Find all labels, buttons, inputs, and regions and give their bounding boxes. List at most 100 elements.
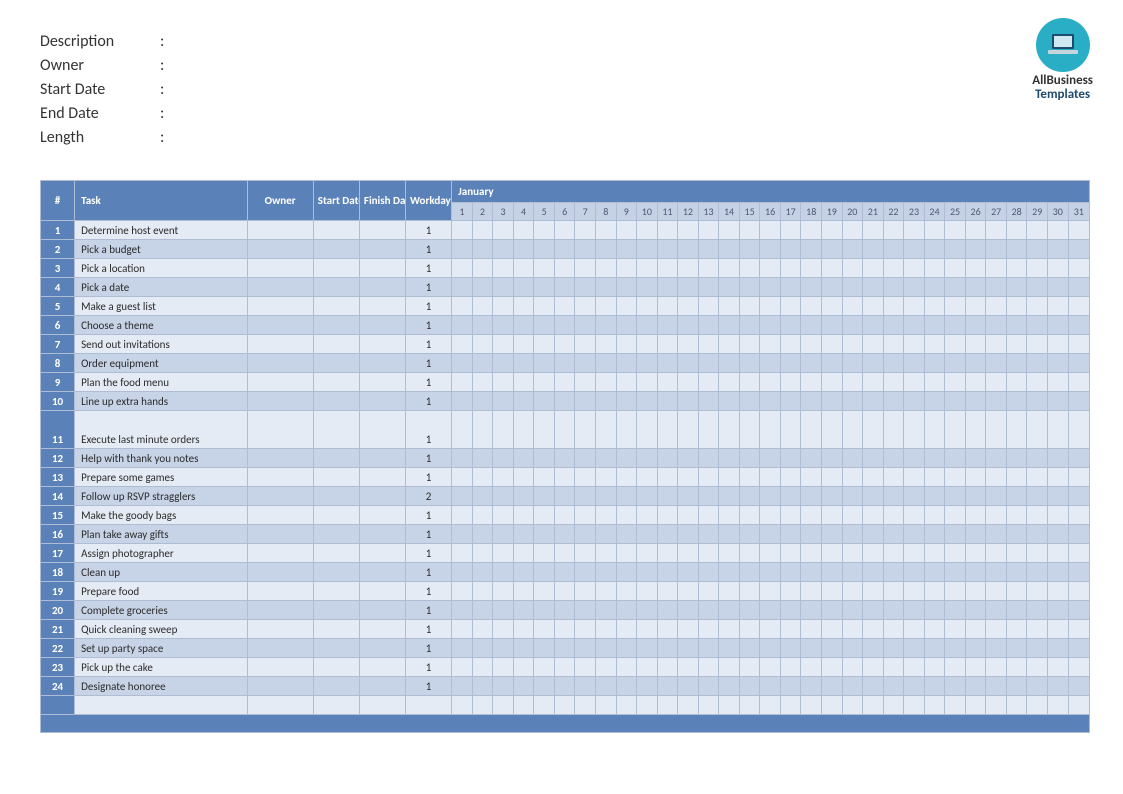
- col-header-day: 7: [575, 203, 596, 221]
- gantt-cell: [513, 601, 534, 620]
- gantt-cell: [534, 525, 555, 544]
- gantt-cell: [1027, 658, 1048, 677]
- col-header-number: #: [41, 181, 75, 221]
- gantt-cell: [1068, 639, 1089, 658]
- gantt-cell: [780, 525, 801, 544]
- task-start: [313, 278, 359, 297]
- gantt-cell: [657, 354, 678, 373]
- gantt-cell: [678, 354, 699, 373]
- gantt-cell: [760, 658, 781, 677]
- gantt-cell: [513, 411, 534, 449]
- gantt-cell: [883, 240, 904, 259]
- gantt-cell: [821, 677, 842, 696]
- gantt-cell: [452, 278, 473, 297]
- gantt-cell: [698, 487, 719, 506]
- gantt-cell: [554, 639, 575, 658]
- gantt-cell: [1048, 487, 1069, 506]
- gantt-cell: [575, 240, 596, 259]
- gantt-cell: [472, 411, 493, 449]
- gantt-cell: [657, 582, 678, 601]
- gantt-cell: [554, 335, 575, 354]
- gantt-cell: [1006, 677, 1027, 696]
- task-start: [313, 240, 359, 259]
- task-owner: [247, 335, 313, 354]
- gantt-cell: [863, 544, 884, 563]
- gantt-cell: [472, 297, 493, 316]
- gantt-cell: [719, 278, 740, 297]
- gantt-cell: [904, 259, 925, 278]
- gantt-cell: [842, 335, 863, 354]
- gantt-cell: [945, 297, 966, 316]
- gantt-cell: [637, 449, 658, 468]
- gantt-cell: [945, 278, 966, 297]
- col-header-finish: Finish Date: [359, 181, 405, 221]
- gantt-cell: [739, 582, 760, 601]
- gantt-cell: [863, 620, 884, 639]
- gantt-cell: [1048, 411, 1069, 449]
- gantt-cell: [739, 373, 760, 392]
- gantt-cell: [904, 696, 925, 715]
- gantt-cell: [554, 221, 575, 240]
- task-workdays: 1: [406, 544, 452, 563]
- gantt-cell: [719, 677, 740, 696]
- gantt-cell: [575, 696, 596, 715]
- gantt-cell: [821, 601, 842, 620]
- gantt-cell: [883, 601, 904, 620]
- gantt-cell: [534, 411, 555, 449]
- gantt-cell: [472, 601, 493, 620]
- col-header-day: 25: [945, 203, 966, 221]
- gantt-cell: [780, 620, 801, 639]
- table-row: 15Make the goody bags1: [41, 506, 1090, 525]
- gantt-cell: [678, 392, 699, 411]
- table-row: 3Pick a location1: [41, 259, 1090, 278]
- gantt-cell: [1006, 335, 1027, 354]
- gantt-cell: [616, 696, 637, 715]
- gantt-cell: [904, 278, 925, 297]
- gantt-cell: [616, 373, 637, 392]
- task-finish: [359, 411, 405, 449]
- gantt-cell: [842, 411, 863, 449]
- task-name: Plan the food menu: [75, 373, 247, 392]
- gantt-cell: [698, 620, 719, 639]
- gantt-cell: [986, 658, 1007, 677]
- gantt-cell: [554, 278, 575, 297]
- gantt-cell: [719, 696, 740, 715]
- gantt-cell: [739, 278, 760, 297]
- gantt-cell: [493, 411, 514, 449]
- task-finish: [359, 449, 405, 468]
- gantt-cell: [904, 392, 925, 411]
- gantt-cell: [698, 449, 719, 468]
- gantt-cell: [965, 506, 986, 525]
- gantt-cell: [657, 468, 678, 487]
- gantt-cell: [616, 449, 637, 468]
- task-workdays: [406, 696, 452, 715]
- gantt-cell: [575, 335, 596, 354]
- gantt-cell: [1048, 601, 1069, 620]
- gantt-cell: [698, 639, 719, 658]
- gantt-cell: [493, 449, 514, 468]
- gantt-cell: [924, 449, 945, 468]
- gantt-cell: [904, 468, 925, 487]
- gantt-cell: [1006, 544, 1027, 563]
- gantt-cell: [739, 525, 760, 544]
- gantt-cell: [883, 373, 904, 392]
- row-number: 19: [41, 582, 75, 601]
- gantt-cell: [513, 696, 534, 715]
- task-start: [313, 696, 359, 715]
- gantt-cell: [863, 297, 884, 316]
- gantt-cell: [883, 354, 904, 373]
- gantt-cell: [452, 392, 473, 411]
- gantt-cell: [637, 373, 658, 392]
- gantt-cell: [678, 240, 699, 259]
- gantt-cell: [554, 563, 575, 582]
- task-name: Complete groceries: [75, 601, 247, 620]
- gantt-cell: [780, 696, 801, 715]
- gantt-cell: [698, 392, 719, 411]
- gantt-cell: [657, 563, 678, 582]
- gantt-cell: [780, 582, 801, 601]
- gantt-cell: [760, 392, 781, 411]
- col-header-day: 3: [493, 203, 514, 221]
- gantt-cell: [616, 677, 637, 696]
- gantt-cell: [760, 259, 781, 278]
- gantt-cell: [719, 563, 740, 582]
